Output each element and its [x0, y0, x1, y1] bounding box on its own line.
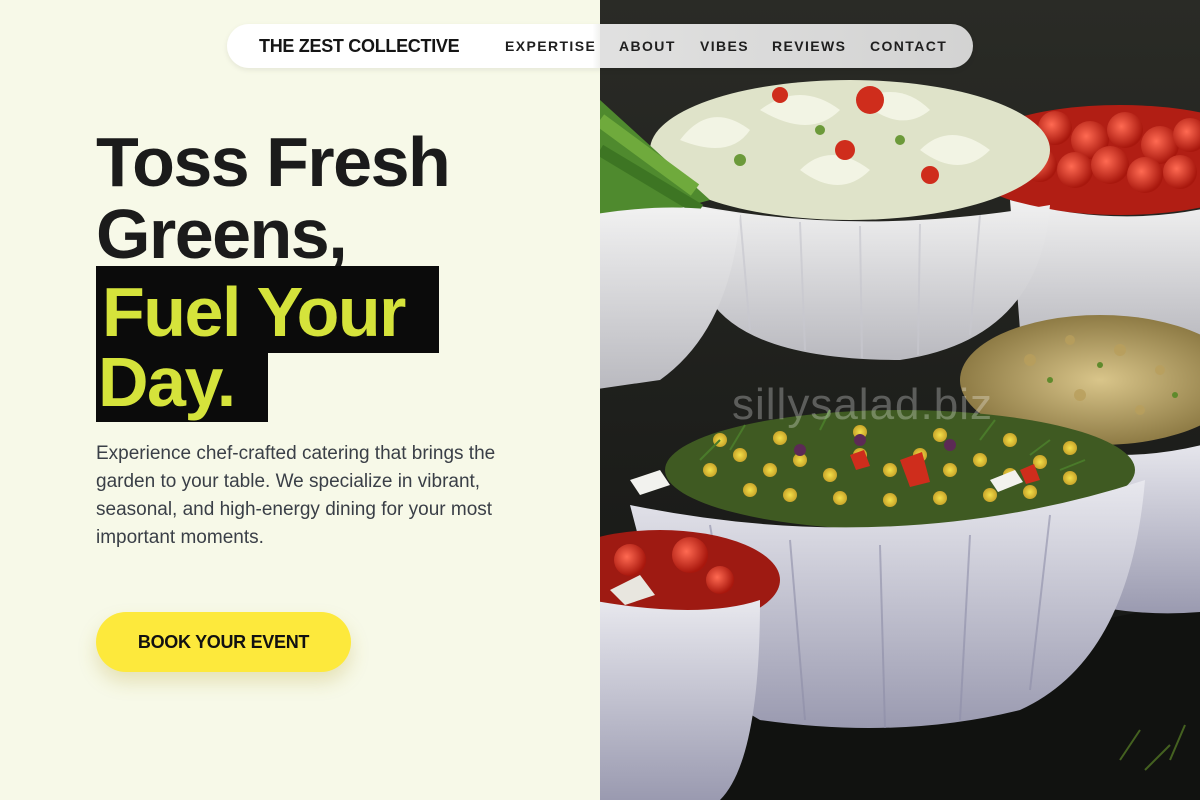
hero-description: Experience chef-crafted catering that br… [96, 443, 496, 548]
nav-link-expertise[interactable]: EXPERTISE [505, 24, 596, 68]
hero-left-panel [0, 0, 600, 800]
watermark-text: sillysalad.biz [732, 380, 993, 429]
headline-line-2: Greens, [96, 195, 348, 273]
book-event-button[interactable]: BOOK YOUR EVENT [96, 612, 351, 672]
top-navigation: THE ZEST COLLECTIVE EXPERTISE ABOUT VIBE… [227, 24, 973, 68]
nav-link-vibes[interactable]: VIBES [700, 24, 749, 68]
nav-link-contact[interactable]: CONTACT [870, 24, 947, 68]
nav-link-about[interactable]: ABOUT [619, 24, 676, 68]
headline-highlight-2: Day. [96, 347, 268, 422]
hero-image: sillysalad.biz [600, 0, 1200, 800]
headline-highlight-1: Fuel Your [96, 266, 439, 353]
hero-headline: Toss Fresh Greens, Fuel Your Day. [96, 123, 451, 422]
nav-link-reviews[interactable]: REVIEWS [772, 24, 846, 68]
brand-logo[interactable]: THE ZEST COLLECTIVE [259, 24, 460, 68]
headline-line-1: Toss Fresh [96, 123, 451, 201]
